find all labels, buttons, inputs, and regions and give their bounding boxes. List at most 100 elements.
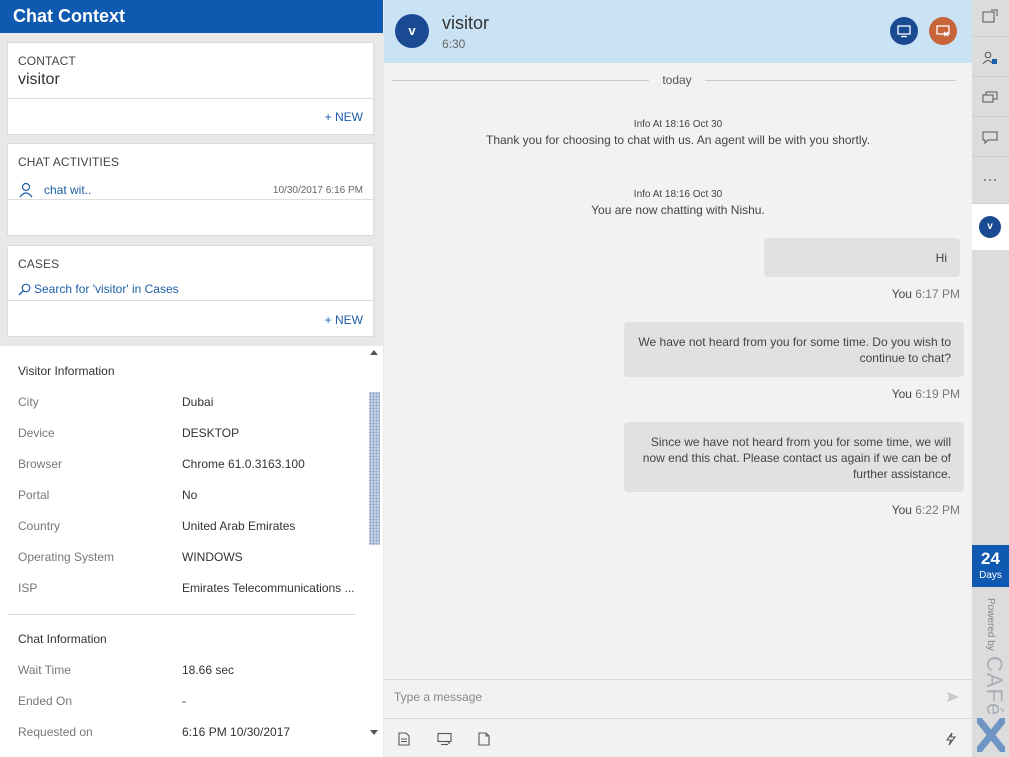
- details-panel: Visitor Information City Dubai Device DESK…: [0, 346, 383, 757]
- new-case-button[interactable]: + NEW: [325, 313, 363, 327]
- new-contact-button[interactable]: + NEW: [325, 110, 363, 124]
- details-scrollbar[interactable]: [366, 346, 383, 757]
- divider: [8, 199, 373, 200]
- message-sender: You 6:22 PM: [892, 503, 960, 517]
- trial-days-label: Days: [979, 570, 1002, 581]
- message-line: now end this chat. Please contact us aga…: [642, 451, 951, 465]
- popout-icon[interactable]: [982, 9, 998, 23]
- info-value: Emirates Telecommunications ...: [182, 581, 355, 595]
- chat-bubble-icon[interactable]: [982, 131, 998, 145]
- info-value: -: [182, 694, 186, 708]
- cases-title: CASES: [18, 257, 60, 271]
- message-time: 6:17 PM: [915, 287, 960, 301]
- info-row: Operating System WINDOWS: [18, 550, 363, 566]
- chat-context-panel: Chat Context CONTACT visitor + NEW CHAT …: [0, 0, 383, 757]
- info-label: Wait Time: [18, 663, 71, 677]
- chat-conversation-panel: v visitor 6:30 today Info At 18:16 Oct 3…: [384, 0, 972, 757]
- trial-days-number: 24: [981, 549, 1000, 568]
- visitor-name: visitor: [442, 13, 490, 33]
- chat-header: v visitor 6:30: [384, 0, 972, 63]
- message-line: We have not heard from you for some time…: [638, 335, 951, 349]
- chat-activities-card: CHAT ACTIVITIES chat wit.. 10/30/2017 6:…: [7, 143, 374, 236]
- search-cases-label: Search for 'visitor' in Cases: [34, 282, 179, 296]
- monitor-icon: [897, 25, 911, 38]
- message-sender: You 6:19 PM: [892, 387, 960, 401]
- search-cases-link[interactable]: Search for 'visitor' in Cases: [18, 282, 179, 296]
- more-icon[interactable]: [982, 178, 998, 182]
- message-line: continue to chat?: [859, 351, 951, 365]
- visitor-information-title: Visitor Information: [18, 364, 115, 378]
- scroll-down-arrow-icon[interactable]: [370, 730, 378, 735]
- info-value: Dubai: [182, 395, 214, 409]
- end-chat-button[interactable]: [929, 17, 957, 45]
- screen-share-icon[interactable]: [437, 732, 452, 746]
- info-value: No: [182, 488, 198, 502]
- message-composer: [384, 679, 972, 757]
- info-value: WINDOWS: [182, 550, 243, 564]
- trial-days-badge: 24 Days: [972, 545, 1009, 587]
- chat-bubbles-icon[interactable]: [982, 91, 998, 105]
- info-row: Portal No: [18, 488, 363, 504]
- info-row: Ended On -: [18, 694, 363, 710]
- divider: [8, 614, 356, 615]
- message-line: further assistance.: [852, 467, 951, 481]
- divider: [8, 98, 373, 99]
- lightning-icon[interactable]: [946, 732, 956, 746]
- end-chat-icon: [936, 25, 950, 37]
- screen-share-button[interactable]: [890, 17, 918, 45]
- notes-icon[interactable]: [398, 732, 410, 746]
- scroll-thumb[interactable]: [369, 392, 380, 545]
- chat-activity-name[interactable]: chat wit..: [44, 183, 273, 197]
- info-row: Requested on 6:16 PM 10/30/2017: [18, 725, 363, 741]
- divider: [972, 156, 1009, 157]
- contact-name-link[interactable]: visitor: [8, 68, 373, 89]
- message-line: Since we have not heard from you for som…: [650, 435, 951, 449]
- message-bubble: Since we have not heard from you for som…: [624, 422, 964, 492]
- info-label: Ended On: [18, 694, 73, 708]
- session-avatar: v: [979, 216, 1001, 238]
- sender-name: You: [891, 503, 912, 517]
- info-value: United Arab Emirates: [182, 519, 296, 533]
- person-icon: [19, 182, 33, 198]
- chat-duration: 6:30: [442, 37, 466, 51]
- system-message-text: You are now chatting with Nishu.: [591, 203, 765, 217]
- right-rail: v 24 Days Powered by CAFé: [972, 0, 1009, 757]
- system-message-meta: Info At 18:16 Oct 30: [633, 189, 723, 200]
- message-line: Hi: [935, 251, 947, 265]
- chat-context-title: Chat Context: [0, 0, 383, 33]
- info-label: City: [18, 395, 39, 409]
- active-session-tab[interactable]: v: [972, 204, 1009, 250]
- info-value: 18.66 sec: [182, 663, 235, 677]
- message-bubble: Hi: [764, 238, 960, 277]
- search-icon: [18, 283, 31, 295]
- visitor-avatar: v: [395, 14, 429, 48]
- divider: [972, 76, 1009, 77]
- scroll-up-arrow-icon[interactable]: [370, 350, 378, 355]
- info-row: Browser Chrome 61.0.3163.100: [18, 457, 363, 473]
- message-bubble: We have not heard from you for some time…: [624, 322, 964, 377]
- divider: [972, 116, 1009, 117]
- info-row: City Dubai: [18, 395, 363, 411]
- message-sender: You 6:17 PM: [892, 287, 960, 301]
- info-label: Portal: [18, 488, 50, 502]
- info-label: Requested on: [18, 725, 93, 739]
- chat-information-title: Chat Information: [18, 632, 107, 646]
- sender-name: You: [891, 287, 912, 301]
- sender-name: You: [891, 387, 912, 401]
- customer-icon[interactable]: [982, 51, 998, 65]
- divider: [972, 36, 1009, 37]
- powered-by-label: Powered by: [985, 598, 996, 651]
- info-row: ISP Emirates Telecommunications ...: [18, 581, 363, 597]
- chat-activity-item[interactable]: chat wit.. 10/30/2017 6:16 PM: [18, 182, 363, 198]
- file-icon[interactable]: [478, 732, 490, 746]
- contact-card: CONTACT visitor + NEW: [7, 42, 374, 135]
- message-input[interactable]: [394, 690, 924, 704]
- send-icon[interactable]: [946, 691, 960, 703]
- chat-activities-title: CHAT ACTIVITIES: [18, 155, 120, 169]
- info-label: Operating System: [18, 550, 115, 564]
- info-value: 6:16 PM 10/30/2017: [182, 725, 291, 739]
- chat-activity-date: 10/30/2017 6:16 PM: [272, 184, 363, 196]
- cafex-logo-icon: [977, 718, 1005, 752]
- divider: [8, 300, 373, 301]
- info-label: Country: [18, 519, 61, 533]
